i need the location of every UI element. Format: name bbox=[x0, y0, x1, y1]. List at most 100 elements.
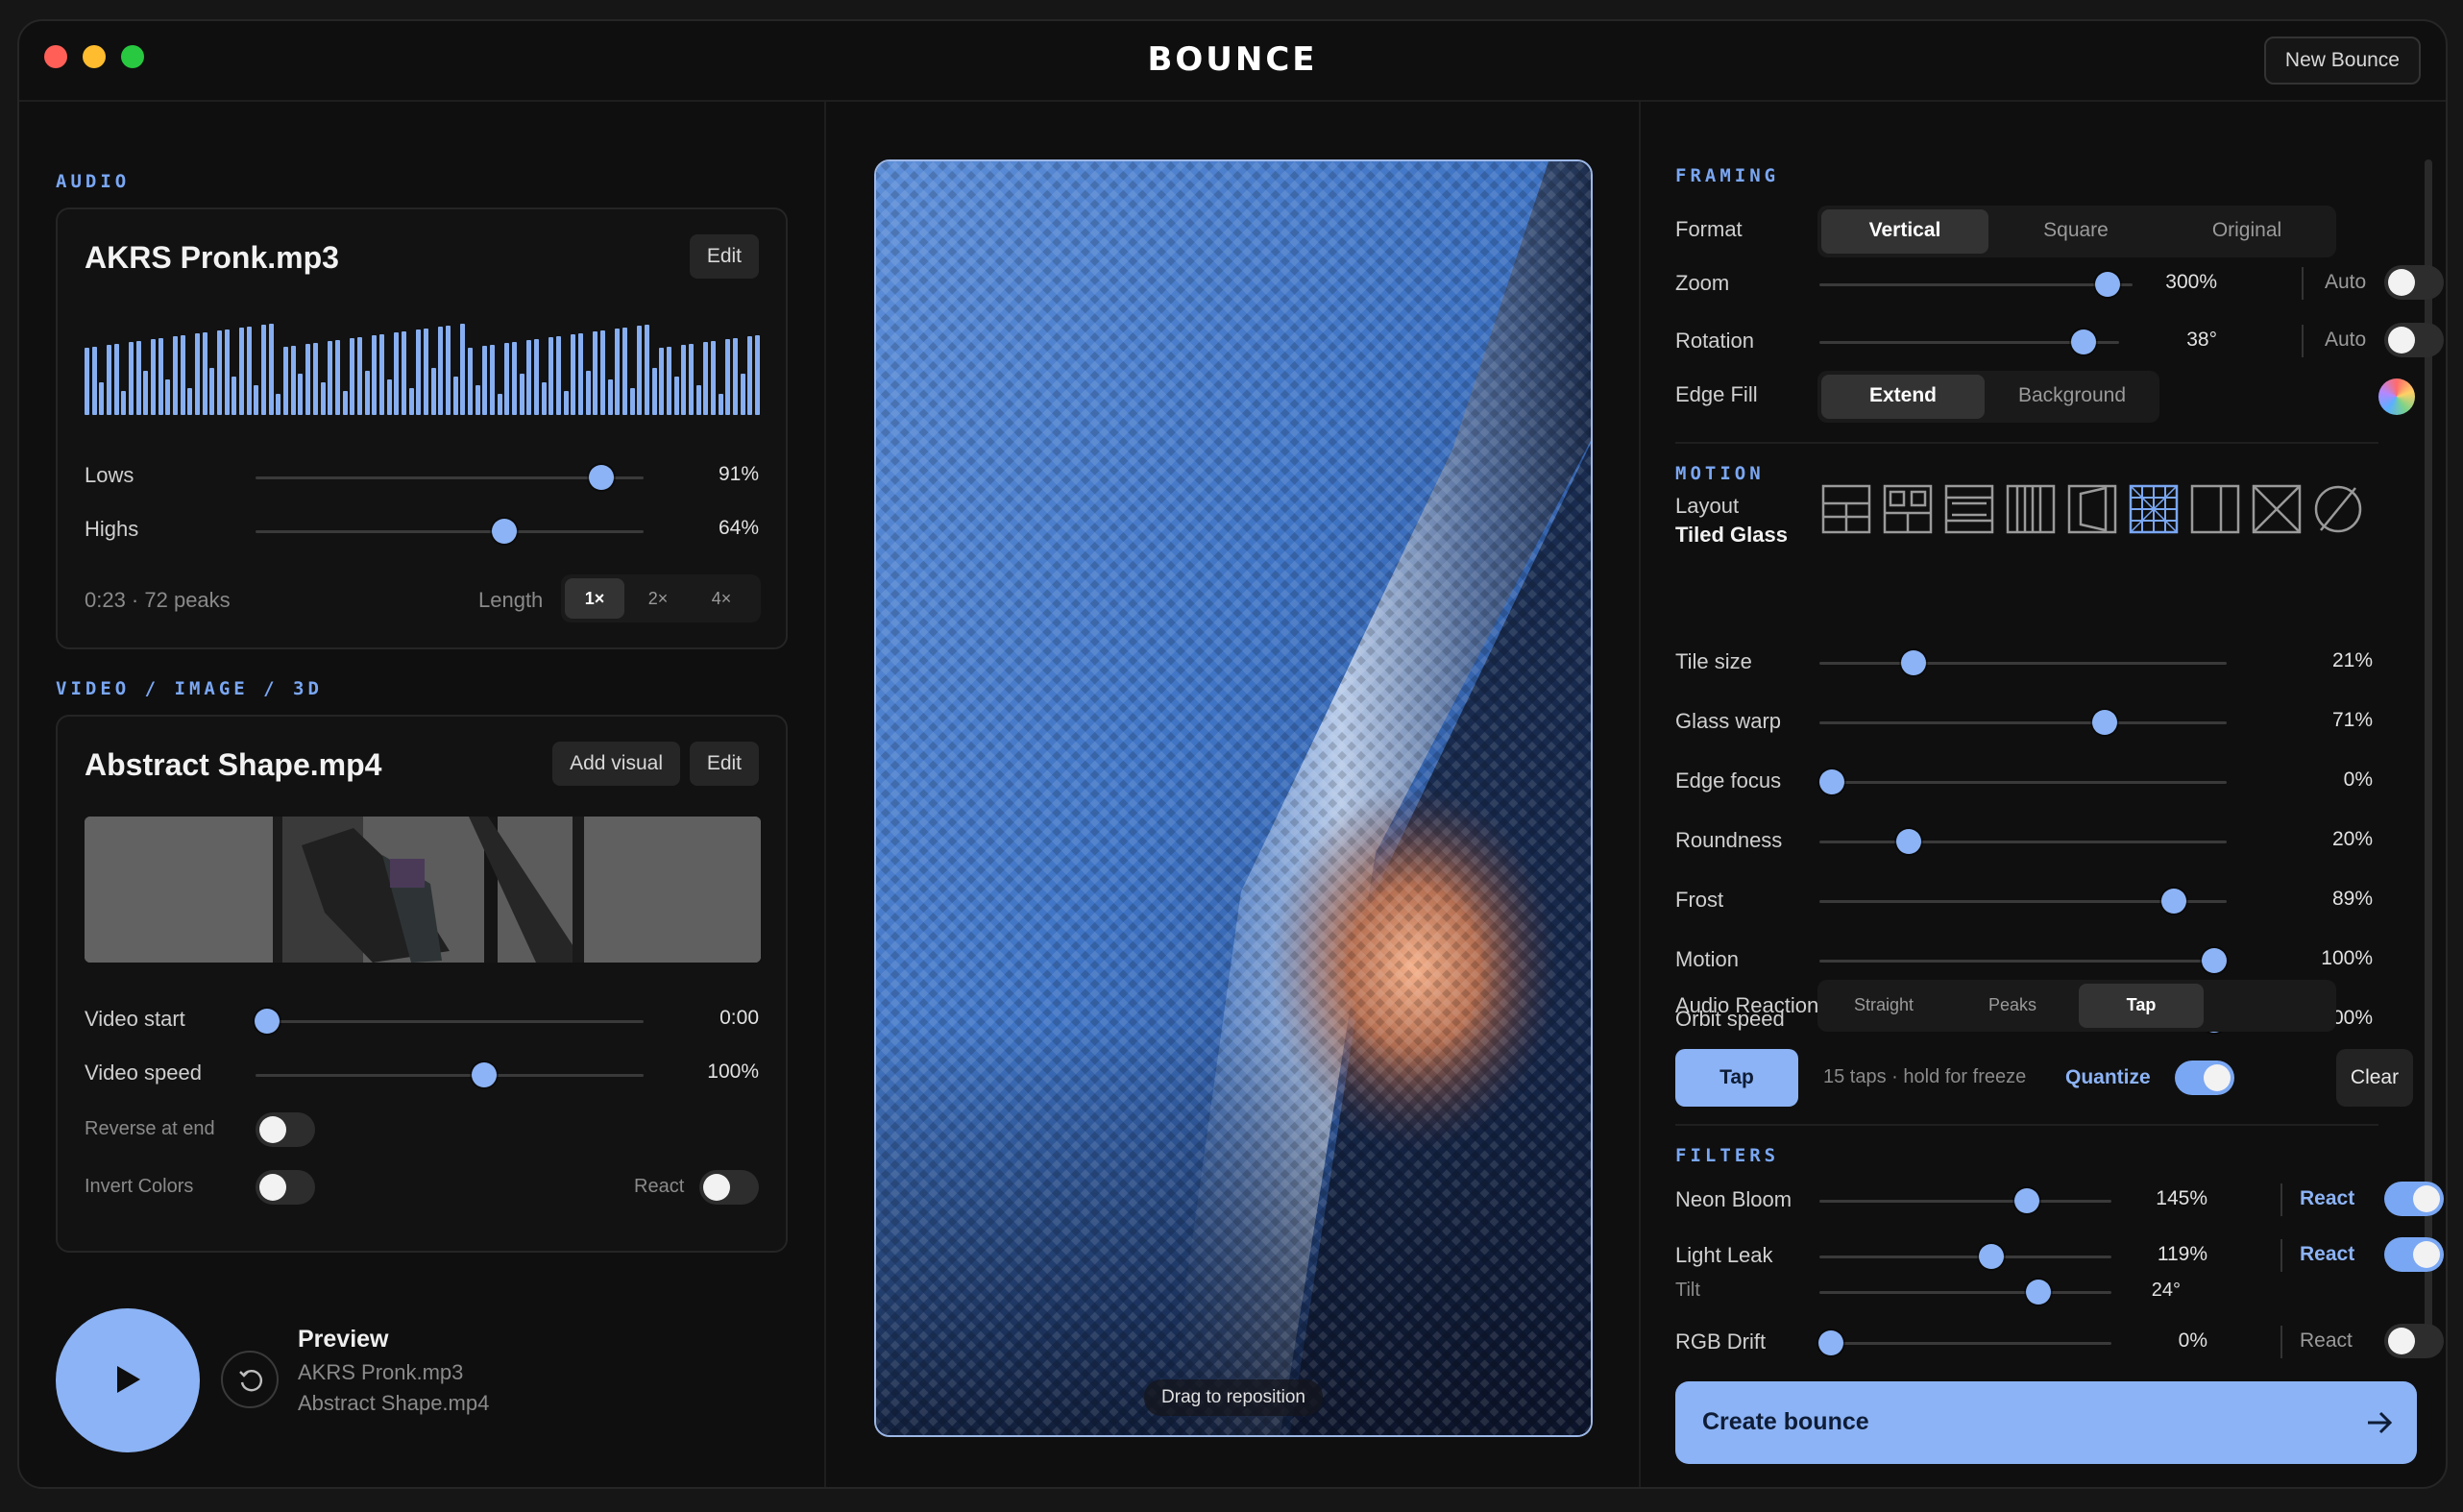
video-speed-slider[interactable] bbox=[256, 1062, 644, 1087]
audio-waveform[interactable] bbox=[85, 323, 761, 415]
glass-warp-value: 71% bbox=[2331, 709, 2373, 731]
format-option-original[interactable]: Original bbox=[2163, 209, 2330, 254]
perspective-panel-icon[interactable] bbox=[2067, 484, 2117, 534]
format-option-vertical[interactable]: Vertical bbox=[1821, 209, 1988, 254]
highs-slider[interactable] bbox=[256, 519, 644, 544]
zoom-value: 300% bbox=[2165, 271, 2217, 293]
edge-fill-option-background[interactable]: Background bbox=[1988, 375, 2156, 419]
play-button[interactable] bbox=[56, 1308, 200, 1452]
glass-warp-knob[interactable] bbox=[2091, 710, 2117, 735]
none-slash-icon[interactable] bbox=[2313, 484, 2363, 534]
motion-value: 100% bbox=[2321, 947, 2373, 969]
video-thumbnail-strip[interactable] bbox=[85, 817, 761, 963]
edge-fill-option-extend[interactable]: Extend bbox=[1821, 375, 1985, 419]
waveform-bar bbox=[217, 330, 223, 415]
tilt-knob[interactable] bbox=[2026, 1280, 2051, 1305]
waveform-bar bbox=[129, 342, 134, 415]
waveform-bar bbox=[195, 333, 201, 415]
waveform-bar bbox=[276, 394, 281, 415]
lows-slider[interactable] bbox=[256, 465, 644, 490]
video-start-slider[interactable] bbox=[255, 1009, 644, 1034]
waveform-bar bbox=[475, 385, 480, 415]
rotation-auto-toggle[interactable] bbox=[2384, 323, 2444, 357]
play-icon bbox=[117, 1366, 140, 1393]
invert-toggle[interactable] bbox=[256, 1170, 315, 1205]
neon-bloom-knob[interactable] bbox=[2013, 1188, 2039, 1213]
color-wheel-icon[interactable] bbox=[2378, 378, 2415, 415]
waveform-bar bbox=[187, 388, 193, 415]
length-label: Length bbox=[478, 588, 544, 612]
video-speed-knob[interactable] bbox=[472, 1062, 498, 1087]
columns-icon[interactable] bbox=[2006, 484, 2056, 534]
tap-button[interactable]: Tap bbox=[1675, 1049, 1798, 1107]
reaction-option-straight[interactable]: Straight bbox=[1821, 984, 1946, 1028]
format-option-square[interactable]: Square bbox=[1992, 209, 2159, 254]
rgb-react-label: React bbox=[2300, 1329, 2353, 1352]
frost-slider[interactable] bbox=[1819, 889, 2227, 914]
highs-slider-knob[interactable] bbox=[491, 519, 517, 544]
zoom-slider[interactable] bbox=[1819, 272, 2133, 297]
motion-slider[interactable] bbox=[1819, 948, 2228, 973]
rgb-drift-knob[interactable] bbox=[1818, 1330, 1844, 1355]
audio-card: AKRS Pronk.mp3 Edit Lows 91% Highs 64% 0… bbox=[56, 207, 788, 649]
new-bounce-button[interactable]: New Bounce bbox=[2263, 37, 2421, 85]
create-bounce-label: Create bounce bbox=[1702, 1408, 1869, 1435]
waveform-bar bbox=[209, 368, 215, 415]
rgb-react-toggle[interactable] bbox=[2384, 1324, 2444, 1358]
rgb-drift-slider[interactable] bbox=[1818, 1330, 2111, 1355]
roundness-knob[interactable] bbox=[1896, 829, 1922, 854]
video-react-toggle[interactable] bbox=[699, 1170, 759, 1205]
zoom-knob[interactable] bbox=[2094, 272, 2120, 297]
audio-edit-button[interactable]: Edit bbox=[689, 234, 759, 279]
video-start-value: 0:00 bbox=[719, 1007, 759, 1029]
replay-button[interactable] bbox=[221, 1351, 279, 1408]
length-option-2x[interactable]: 2× bbox=[628, 578, 688, 619]
frost-knob[interactable] bbox=[2160, 889, 2186, 914]
neon-react-toggle[interactable] bbox=[2384, 1182, 2444, 1216]
waveform-bar bbox=[637, 326, 643, 415]
waveform-bar bbox=[571, 334, 576, 415]
waveform-bar bbox=[372, 335, 378, 415]
roundness-slider[interactable] bbox=[1819, 829, 2227, 854]
edge-focus-knob[interactable] bbox=[1818, 769, 1844, 794]
waveform-bar bbox=[659, 348, 665, 415]
add-visual-button[interactable]: Add visual bbox=[552, 742, 680, 786]
light-leak-slider[interactable] bbox=[1819, 1244, 2111, 1269]
light-leak-knob[interactable] bbox=[1979, 1244, 2005, 1269]
length-option-1x[interactable]: 1× bbox=[565, 578, 624, 619]
video-edit-button[interactable]: Edit bbox=[689, 742, 759, 786]
app-logo: BOUNCE bbox=[1147, 40, 1318, 79]
rotation-knob[interactable] bbox=[2070, 329, 2096, 354]
clear-taps-button[interactable]: Clear bbox=[2336, 1049, 2413, 1107]
reaction-option-tap[interactable]: Tap bbox=[2079, 984, 2204, 1028]
layout-value: Tiled Glass bbox=[1675, 523, 1788, 547]
tiled-glass-icon[interactable] bbox=[2129, 484, 2179, 534]
tile-size-knob[interactable] bbox=[1900, 650, 1926, 675]
reverse-toggle[interactable] bbox=[256, 1112, 315, 1147]
motion-knob[interactable] bbox=[2202, 948, 2228, 973]
leak-react-toggle[interactable] bbox=[2384, 1237, 2444, 1272]
waveform-bar bbox=[423, 329, 428, 415]
grid-split-icon[interactable] bbox=[1821, 484, 1871, 534]
reaction-option-peaks[interactable]: Peaks bbox=[1950, 984, 2075, 1028]
x-cross-icon[interactable] bbox=[2252, 484, 2302, 534]
length-selector: 1× 2× 4× bbox=[561, 574, 761, 622]
glass-warp-slider[interactable] bbox=[1819, 710, 2227, 735]
edge-focus-slider[interactable] bbox=[1818, 769, 2227, 794]
create-bounce-button[interactable]: Create bounce bbox=[1675, 1381, 2417, 1464]
rotation-slider[interactable] bbox=[1819, 329, 2119, 354]
tilt-slider[interactable] bbox=[1819, 1280, 2111, 1305]
audio-meta: 0:23 · 72 peaks bbox=[85, 588, 231, 612]
tile-size-slider[interactable] bbox=[1819, 650, 2227, 675]
video-start-knob[interactable] bbox=[255, 1009, 280, 1034]
grid-blocks-icon[interactable] bbox=[1883, 484, 1933, 534]
quantize-toggle[interactable] bbox=[2175, 1061, 2234, 1095]
neon-bloom-slider[interactable] bbox=[1819, 1188, 2111, 1213]
zoom-auto-toggle[interactable] bbox=[2384, 265, 2444, 300]
lows-slider-knob[interactable] bbox=[588, 465, 614, 490]
rows-icon[interactable] bbox=[1944, 484, 1994, 534]
split-panel-icon[interactable] bbox=[2190, 484, 2240, 534]
waveform-bar bbox=[121, 391, 127, 415]
length-option-4x[interactable]: 4× bbox=[692, 578, 751, 619]
preview-canvas[interactable]: Drag to reposition bbox=[874, 159, 1593, 1437]
